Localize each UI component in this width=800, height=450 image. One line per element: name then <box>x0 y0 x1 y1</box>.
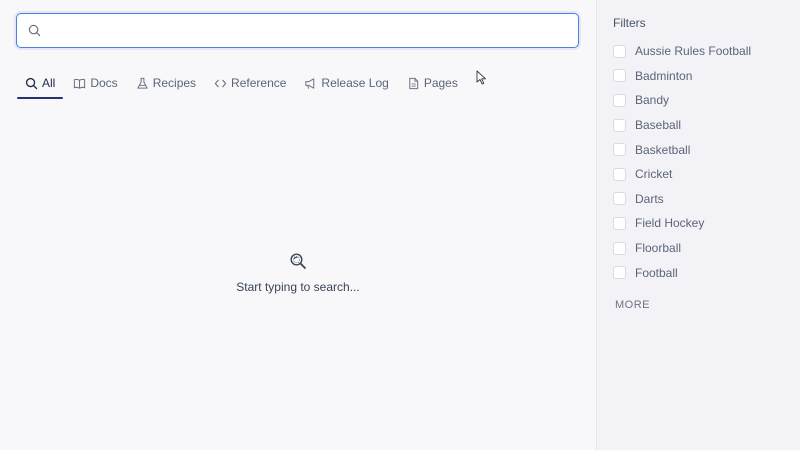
filter-checkbox[interactable] <box>613 69 626 83</box>
tab-release-log[interactable]: Release Log <box>295 68 397 98</box>
filter-item-aussie-rules-football[interactable]: Aussie Rules Football <box>613 39 751 64</box>
tab-reference[interactable]: Reference <box>205 68 295 98</box>
code-icon <box>214 77 227 90</box>
filters-title: Filters <box>613 16 646 30</box>
filter-label: Aussie Rules Football <box>635 44 752 59</box>
book-icon <box>73 77 86 90</box>
filter-label: Darts <box>635 191 664 206</box>
filter-checkbox[interactable] <box>613 143 626 157</box>
tab-pages[interactable]: Pages <box>398 68 467 98</box>
filter-item-bandy[interactable]: Bandy <box>613 88 751 113</box>
empty-state: Start typing to search... <box>0 252 596 294</box>
page-icon <box>407 77 420 90</box>
search-main-panel: All Docs Recipes Reference Release Log P… <box>0 0 596 450</box>
tab-label: Docs <box>90 76 118 90</box>
filter-item-baseball[interactable]: Baseball <box>613 113 751 138</box>
search-icon <box>25 77 38 90</box>
filter-item-basketball[interactable]: Basketball <box>613 137 751 162</box>
filter-label: Field Hockey <box>635 216 705 231</box>
filter-item-floorball[interactable]: Floorball <box>613 236 751 261</box>
filter-label: Bandy <box>635 93 670 108</box>
filter-label: Baseball <box>635 118 682 133</box>
search-tabs: All Docs Recipes Reference Release Log P… <box>16 68 467 99</box>
filter-item-darts[interactable]: Darts <box>613 187 751 212</box>
filter-checkbox[interactable] <box>613 118 626 132</box>
more-filters-link[interactable]: MORE <box>615 299 650 311</box>
search-icon <box>27 24 41 38</box>
filter-checkbox[interactable] <box>613 167 626 181</box>
filter-checkbox[interactable] <box>613 93 626 107</box>
filter-checkbox[interactable] <box>613 192 626 206</box>
filter-checkbox[interactable] <box>613 216 626 230</box>
filter-label: Badminton <box>635 68 693 83</box>
megaphone-icon <box>304 77 317 90</box>
filter-label: Floorball <box>635 241 682 256</box>
search-input[interactable] <box>47 14 578 47</box>
tab-docs[interactable]: Docs <box>64 68 126 98</box>
search-box[interactable] <box>16 13 579 48</box>
filter-item-badminton[interactable]: Badminton <box>613 64 751 89</box>
filter-item-field-hockey[interactable]: Field Hockey <box>613 211 751 236</box>
flask-icon <box>136 77 149 90</box>
tab-label: Release Log <box>321 76 389 90</box>
tab-label: Recipes <box>152 76 197 90</box>
tab-recipes[interactable]: Recipes <box>127 68 205 98</box>
empty-state-text: Start typing to search... <box>236 280 360 294</box>
filter-label: Basketball <box>635 142 691 157</box>
filter-item-cricket[interactable]: Cricket <box>613 162 751 187</box>
filter-checkbox[interactable] <box>613 241 626 255</box>
magnify-icon <box>289 252 307 270</box>
filter-checkbox[interactable] <box>613 266 626 280</box>
tab-label: Pages <box>423 76 458 90</box>
tab-label: Reference <box>231 76 287 90</box>
filter-item-football[interactable]: Football <box>613 260 751 285</box>
filter-list: Aussie Rules Football Badminton Bandy Ba… <box>613 39 751 285</box>
filter-label: Football <box>635 265 678 280</box>
tab-all[interactable]: All <box>16 68 64 99</box>
filter-label: Cricket <box>635 167 673 182</box>
filter-checkbox[interactable] <box>613 44 626 58</box>
mouse-cursor-icon <box>476 70 488 86</box>
filters-sidebar: Filters Aussie Rules Football Badminton … <box>596 0 800 450</box>
tab-label: All <box>42 76 56 90</box>
